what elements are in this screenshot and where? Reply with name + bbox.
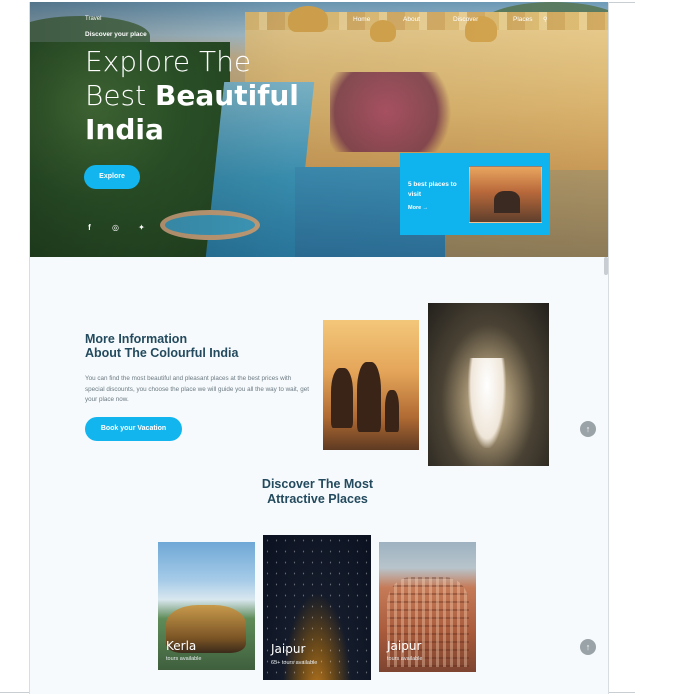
scroll-top-button[interactable]: ↑ (580, 421, 596, 437)
scrollbar-thumb[interactable] (604, 257, 608, 275)
headline-line-1: Explore The (85, 45, 252, 78)
hero-section: Travel Home About Discover Places ⚲ Disc… (30, 2, 608, 257)
book-vacation-button[interactable]: Book your Vacation (85, 417, 182, 441)
promo-card-title: 5 best places to visit (408, 181, 457, 198)
dancer-figure (468, 358, 506, 448)
discover-title-line-1: Discover The Most (261, 477, 374, 491)
night-sky-image (263, 535, 371, 680)
frame-edge-mark (0, 692, 29, 693)
nav-places[interactable]: Places (513, 16, 533, 23)
social-links: f ◎ ✦ (85, 223, 146, 232)
hero-headline: Explore The Best Beautiful India (85, 45, 299, 147)
promo-more-link[interactable]: More → (408, 205, 428, 211)
explore-button[interactable]: Explore (84, 165, 140, 189)
discover-title: Discover The Most Attractive Places (230, 477, 405, 507)
page-frame: Travel Home About Discover Places ⚲ Disc… (29, 2, 609, 694)
facebook-icon[interactable]: f (85, 223, 94, 232)
frame-edge-mark (609, 2, 635, 3)
about-title: More Information About The Colourful Ind… (85, 332, 238, 360)
headline-line-3: India (85, 113, 164, 146)
camel-rider-figure (357, 362, 381, 432)
place-name: Kerla (166, 639, 197, 653)
hawa-mahal-image (387, 577, 469, 667)
headline-line-2-bold: Beautiful (155, 79, 299, 112)
search-icon[interactable]: ⚲ (543, 16, 547, 23)
promo-more-label: More (408, 205, 422, 211)
place-name: Jaipur (271, 642, 306, 656)
place-name: Jaipur (387, 639, 422, 653)
discover-title-line-2: Attractive Places (267, 492, 368, 506)
promo-card[interactable]: 5 best places to visit More → (400, 153, 550, 235)
hero-tagline: Discover your place (85, 31, 147, 38)
place-card-jaipur-palace[interactable]: Jaipur tours available (379, 542, 476, 672)
camel-photo (323, 320, 419, 450)
brand-logo[interactable]: Travel (85, 16, 101, 22)
camel-rider-figure (331, 368, 353, 428)
twitter-icon[interactable]: ✦ (137, 223, 146, 232)
promo-card-image (469, 166, 542, 223)
place-card-jaipur-night[interactable]: Jaipur 65+ tours available (263, 535, 371, 680)
place-tours: 65+ tours available (271, 660, 318, 666)
place-tours: tours available (166, 656, 202, 662)
frame-edge-mark (609, 692, 635, 693)
dancer-photo (428, 303, 549, 466)
camel-rider-figure (385, 390, 399, 432)
about-title-line-2: About The Colourful India (85, 346, 239, 360)
arrow-right-icon: → (422, 205, 429, 211)
nav-about[interactable]: About (403, 16, 420, 23)
scroll-top-button[interactable]: ↑ (580, 639, 596, 655)
nav-discover[interactable]: Discover (453, 16, 478, 23)
headline-line-2-light: Best (85, 79, 147, 112)
nav-home[interactable]: Home (353, 16, 370, 23)
instagram-icon[interactable]: ◎ (111, 223, 120, 232)
place-tours: tours available (387, 656, 423, 662)
about-description: You can find the most beautiful and plea… (85, 375, 310, 403)
about-title-line-1: More Information (85, 332, 188, 346)
place-card-kerla[interactable]: Kerla tours available (158, 542, 255, 670)
